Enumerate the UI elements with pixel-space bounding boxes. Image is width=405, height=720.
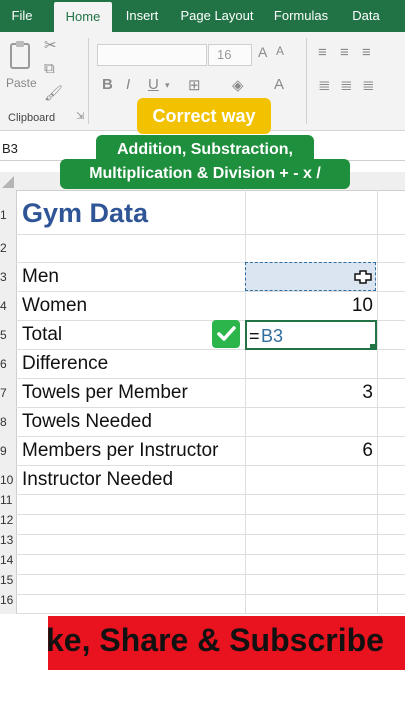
sheet-title[interactable]: Gym Data xyxy=(22,198,148,229)
row-header[interactable]: 16 xyxy=(0,593,16,607)
row-header[interactable]: 11 xyxy=(0,493,16,507)
paste-icon xyxy=(10,41,30,69)
row-header[interactable]: 1 xyxy=(0,208,16,222)
align-center-icon[interactable]: ≣ xyxy=(340,76,353,94)
align-top-icon[interactable]: ≡ xyxy=(318,44,327,61)
cell-label-instructor-needed[interactable]: Instructor Needed xyxy=(22,469,173,491)
align-middle-icon[interactable]: ≡ xyxy=(340,44,349,61)
tab-data[interactable]: Data xyxy=(344,0,388,32)
tab-home[interactable]: Home xyxy=(54,2,112,32)
row-header[interactable]: 10 xyxy=(0,473,16,487)
font-size-value: 16 xyxy=(217,47,232,62)
increase-font-icon[interactable]: A xyxy=(258,44,267,60)
underline-button[interactable]: U xyxy=(148,76,159,93)
font-size-select[interactable]: 16 xyxy=(208,44,252,66)
cell-label-women[interactable]: Women xyxy=(22,295,87,317)
cell-value-members-per-instructor[interactable]: 6 xyxy=(362,440,373,462)
fill-handle[interactable] xyxy=(370,344,376,350)
cell-value-women[interactable]: 10 xyxy=(352,295,373,317)
row-gridline xyxy=(16,378,405,379)
row-header[interactable]: 2 xyxy=(0,241,16,255)
column-gridline xyxy=(377,190,378,614)
chevron-down-icon[interactable]: ▾ xyxy=(165,80,170,91)
row-gridline xyxy=(16,407,405,408)
row-header[interactable]: 5 xyxy=(0,328,16,342)
row-header[interactable]: 7 xyxy=(0,386,16,400)
tab-insert[interactable]: Insert xyxy=(118,0,166,32)
align-left-icon[interactable]: ≣ xyxy=(318,76,331,94)
cell-label-members-per-instructor[interactable]: Members per Instructor xyxy=(22,440,218,462)
tab-formulas[interactable]: Formulas xyxy=(268,0,334,32)
formula-reference: B3 xyxy=(261,326,284,346)
paste-label: Paste xyxy=(6,76,37,90)
move-cursor-icon xyxy=(354,270,372,284)
row-gridline xyxy=(16,465,405,466)
tab-file[interactable]: File xyxy=(4,0,40,32)
borders-icon[interactable]: ⊞ xyxy=(188,76,201,94)
cell-label-total[interactable]: Total xyxy=(22,324,62,346)
row-header[interactable]: 13 xyxy=(0,533,16,547)
column-gridline xyxy=(245,190,246,614)
cell-value-towels-per-member[interactable]: 3 xyxy=(362,382,373,404)
row-gridline xyxy=(16,594,405,595)
row-gridline xyxy=(16,514,405,515)
row-gridline xyxy=(16,436,405,437)
row-gridline xyxy=(16,534,405,535)
row-header[interactable]: 9 xyxy=(0,444,16,458)
align-right-icon[interactable]: ≣ xyxy=(362,76,375,94)
cell-b5-editing[interactable]: = B3 xyxy=(245,320,377,350)
fill-color-icon[interactable]: ◈ xyxy=(232,76,244,94)
row-gridline xyxy=(16,494,405,495)
italic-button[interactable]: I xyxy=(126,76,130,93)
row-gridline xyxy=(16,554,405,555)
callout-correct-way: Correct way xyxy=(137,98,271,134)
cell-label-difference[interactable]: Difference xyxy=(22,353,108,375)
name-box[interactable]: B3 xyxy=(0,138,97,160)
font-name-select[interactable] xyxy=(97,44,207,66)
dialog-launcher-icon[interactable]: ⇲ xyxy=(76,111,84,122)
row-header[interactable]: 6 xyxy=(0,357,16,371)
clipboard-group-label: Clipboard xyxy=(8,112,56,124)
subscribe-banner: ke, Share & Subscribe xyxy=(48,616,405,670)
row-header[interactable]: 14 xyxy=(0,553,16,567)
select-all-corner-icon[interactable] xyxy=(2,176,14,188)
callout-line2: Multiplication & Division + - x / xyxy=(60,159,350,189)
row-header[interactable]: 15 xyxy=(0,573,16,587)
banner-text: ke, Share & Subscribe xyxy=(48,622,384,658)
group-divider xyxy=(306,38,307,124)
check-icon xyxy=(212,320,240,348)
cell-label-towels-per-member[interactable]: Towels per Member xyxy=(22,382,188,404)
row-gridline xyxy=(16,613,405,614)
tab-page-layout[interactable]: Page Layout xyxy=(176,0,258,32)
row-header[interactable]: 8 xyxy=(0,415,16,429)
row-gridline xyxy=(16,291,405,292)
row-gridline xyxy=(16,574,405,575)
ribbon-tab-bar: File Home Insert Page Layout Formulas Da… xyxy=(0,0,405,32)
row-gridline xyxy=(16,234,405,235)
cut-icon[interactable]: ✂ xyxy=(44,36,57,54)
format-painter-icon[interactable]: 🖌 xyxy=(44,84,63,102)
formula-equals: = xyxy=(249,326,260,346)
row-header[interactable]: 3 xyxy=(0,270,16,284)
align-bottom-icon[interactable]: ≡ xyxy=(362,44,371,61)
row-header[interactable]: 12 xyxy=(0,513,16,527)
decrease-font-icon[interactable]: A xyxy=(276,44,284,58)
cell-label-towels-needed[interactable]: Towels Needed xyxy=(22,411,152,433)
font-color-button[interactable]: A xyxy=(274,76,284,93)
row-header[interactable]: 4 xyxy=(0,299,16,313)
bold-button[interactable]: B xyxy=(102,76,113,93)
copy-icon[interactable]: ⧉ xyxy=(44,60,55,77)
row-header-column: 1 2 3 4 5 6 7 8 9 10 11 12 13 14 15 16 xyxy=(0,190,17,614)
paste-button[interactable]: Paste xyxy=(6,38,37,98)
group-divider xyxy=(88,38,89,124)
cell-label-men[interactable]: Men xyxy=(22,266,59,288)
